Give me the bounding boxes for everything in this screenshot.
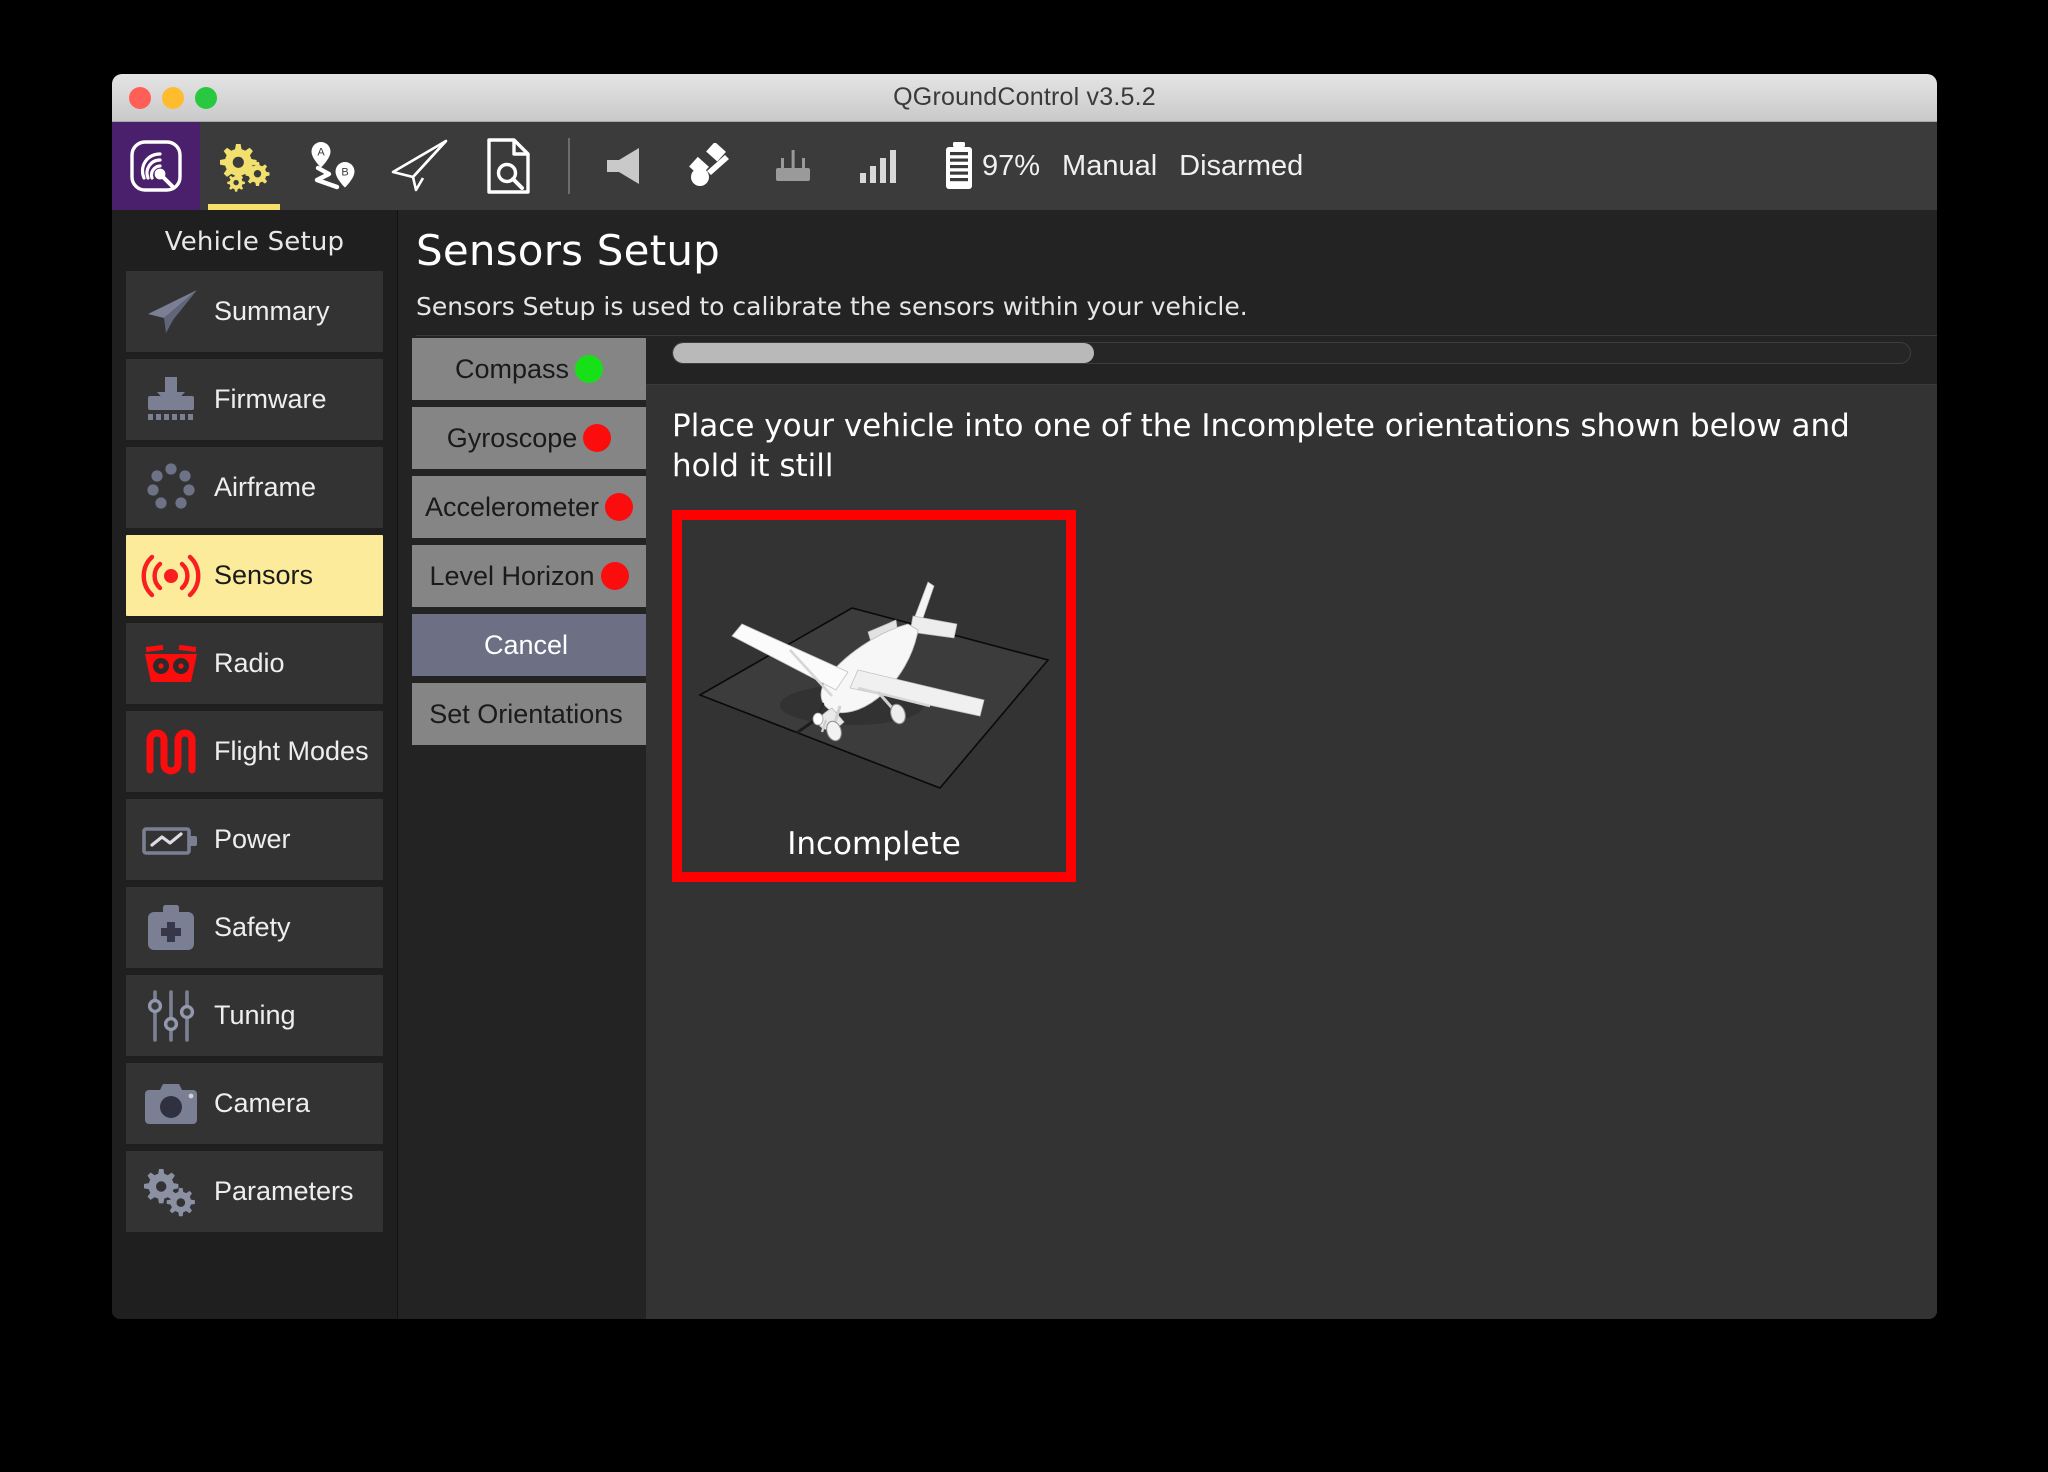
- status-dot-bad: [600, 562, 629, 590]
- sidebar-title: Vehicle Setup: [164, 227, 345, 257]
- sidebar-item-safety[interactable]: Safety: [126, 887, 383, 968]
- sidebar-item-firmware[interactable]: Firmware: [126, 359, 383, 440]
- instruction-panel: Place your vehicle into one of the Incom…: [646, 385, 1937, 511]
- orientation-card-label: Incomplete: [787, 826, 961, 863]
- orientation-grid: Incomplete: [646, 510, 1937, 1319]
- sensors-setup-page: Sensors Setup Sensors Setup is used to c…: [398, 210, 1937, 1319]
- calibration-button-label: Accelerometer: [424, 491, 600, 522]
- level-horizon-calibration-button[interactable]: Level Horizon: [412, 545, 646, 607]
- calibration-progress-bar: [672, 342, 1911, 364]
- gyroscope-calibration-button[interactable]: Gyroscope: [412, 407, 646, 469]
- sidebar-item-radio[interactable]: Radio: [126, 623, 383, 704]
- status-dot-ok: [575, 355, 604, 383]
- set-orientations-button[interactable]: Set Orientations: [412, 683, 646, 745]
- page-header: Sensors Setup Sensors Setup is used to c…: [398, 210, 1937, 336]
- sidebar-item-label: Tuning: [214, 1000, 296, 1030]
- camera-icon: [140, 1076, 202, 1132]
- sidebar-item-label: Firmware: [214, 384, 327, 414]
- sidebar-item-label: Airframe: [214, 472, 317, 502]
- telemetry-indicator[interactable]: [846, 147, 908, 185]
- battery-icon: [942, 141, 976, 191]
- qgc-logo-icon: [129, 139, 183, 193]
- airframe-dots-icon: [140, 460, 202, 516]
- gps-indicator[interactable]: [678, 143, 740, 189]
- calibration-main-area: Place your vehicle into one of the Incom…: [646, 336, 1937, 1319]
- calibration-button-column: Compass Gyroscope Accelerometer Level Ho…: [398, 336, 646, 1319]
- firmware-download-icon: [140, 372, 202, 428]
- sidebar-item-label: Radio: [214, 648, 285, 678]
- sidebar-item-label: Safety: [214, 912, 291, 942]
- toolbar-status-group: 97% Manual Disarmed: [592, 122, 1303, 210]
- analyze-file-icon: [481, 137, 535, 195]
- calibration-button-label: Level Horizon: [429, 560, 595, 591]
- paper-plane-icon: [140, 284, 202, 340]
- sidebar-item-parameters[interactable]: Parameters: [126, 1151, 383, 1232]
- sidebar-item-label: Power: [214, 824, 291, 854]
- page-title: Sensors Setup: [416, 226, 721, 275]
- battery-indicator[interactable]: 97%: [942, 141, 1040, 191]
- sidebar-item-label: Parameters: [214, 1176, 354, 1206]
- toolbar-tab-analyze[interactable]: [464, 122, 552, 210]
- svg-text:B: B: [341, 167, 348, 179]
- instruction-text: Place your vehicle into one of the Incom…: [672, 408, 1850, 484]
- page-subtitle: Sensors Setup is used to calibrate the s…: [416, 292, 1248, 321]
- tuning-sliders-icon: [140, 988, 202, 1044]
- rc-controller-icon: [768, 146, 818, 186]
- cancel-button[interactable]: Cancel: [412, 614, 646, 676]
- accelerometer-calibration-button[interactable]: Accelerometer: [412, 476, 646, 538]
- sidebar-item-camera[interactable]: Camera: [126, 1063, 383, 1144]
- main-toolbar: A B 97% Manual Disarmed: [112, 122, 1937, 210]
- sidebar-item-label: Sensors: [214, 560, 314, 590]
- sidebar-item-label: Camera: [214, 1088, 311, 1118]
- power-battery-icon: [140, 812, 202, 868]
- radio-controller-icon: [140, 636, 202, 692]
- cancel-button-label: Cancel: [483, 629, 569, 660]
- set-orientations-button-label: Set Orientations: [429, 698, 623, 729]
- sidebar-item-tuning[interactable]: Tuning: [126, 975, 383, 1056]
- compass-calibration-button[interactable]: Compass: [412, 338, 646, 400]
- window-body: Vehicle Setup Summary Firmware Airframe …: [112, 210, 1937, 1319]
- parameters-gears-icon: [140, 1164, 202, 1220]
- airplane-3d-icon: [682, 520, 1066, 826]
- sidebar-item-label: Flight Modes: [214, 736, 369, 766]
- qgc-app-menu-button[interactable]: [112, 122, 200, 210]
- toolbar-tab-fly[interactable]: [376, 122, 464, 210]
- megaphone-icon: [601, 144, 649, 188]
- satellite-icon: [685, 143, 733, 189]
- gears-icon: [216, 140, 272, 192]
- flight-modes-icon: [140, 724, 202, 780]
- armed-state-label[interactable]: Disarmed: [1179, 150, 1303, 183]
- toolbar-tab-plan[interactable]: A B: [288, 122, 376, 210]
- toolbar-tab-vehicle-setup[interactable]: [200, 122, 288, 210]
- window-titlebar: QGroundControl v3.5.2: [112, 74, 1937, 122]
- window-title: QGroundControl v3.5.2: [893, 83, 1156, 111]
- sidebar-item-sensors[interactable]: Sensors: [126, 535, 383, 616]
- calibration-progress-row: [646, 336, 1937, 364]
- vehicle-setup-sidebar: Vehicle Setup Summary Firmware Airframe …: [112, 210, 398, 1319]
- sidebar-item-airframe[interactable]: Airframe: [126, 447, 383, 528]
- sidebar-item-power[interactable]: Power: [126, 799, 383, 880]
- orientation-card-incomplete[interactable]: Incomplete: [672, 510, 1076, 883]
- svg-text:A: A: [317, 147, 325, 159]
- app-window: QGroundControl v3.5.2 A B 97% Manual Dis…: [112, 74, 1937, 1319]
- safety-kit-icon: [140, 900, 202, 956]
- paper-plane-icon: [389, 138, 451, 194]
- toolbar-divider: [568, 138, 570, 194]
- flight-mode-label[interactable]: Manual: [1062, 150, 1157, 183]
- sensors-content: Compass Gyroscope Accelerometer Level Ho…: [398, 336, 1937, 1319]
- messages-indicator[interactable]: [594, 144, 656, 188]
- sensors-waves-icon: [140, 548, 202, 604]
- rc-indicator[interactable]: [762, 146, 824, 186]
- sidebar-item-label: Summary: [214, 296, 330, 326]
- calibration-progress-fill: [673, 343, 1094, 363]
- plan-route-icon: A B: [304, 138, 360, 194]
- battery-percent-label: 97%: [982, 149, 1041, 182]
- sidebar-item-flight-modes[interactable]: Flight Modes: [126, 711, 383, 792]
- status-dot-bad: [583, 424, 612, 452]
- calibration-button-label: Compass: [454, 353, 570, 384]
- signal-bars-icon: [856, 147, 898, 185]
- sidebar-item-summary[interactable]: Summary: [126, 271, 383, 352]
- calibration-button-label: Gyroscope: [446, 422, 578, 453]
- status-dot-bad: [605, 493, 634, 521]
